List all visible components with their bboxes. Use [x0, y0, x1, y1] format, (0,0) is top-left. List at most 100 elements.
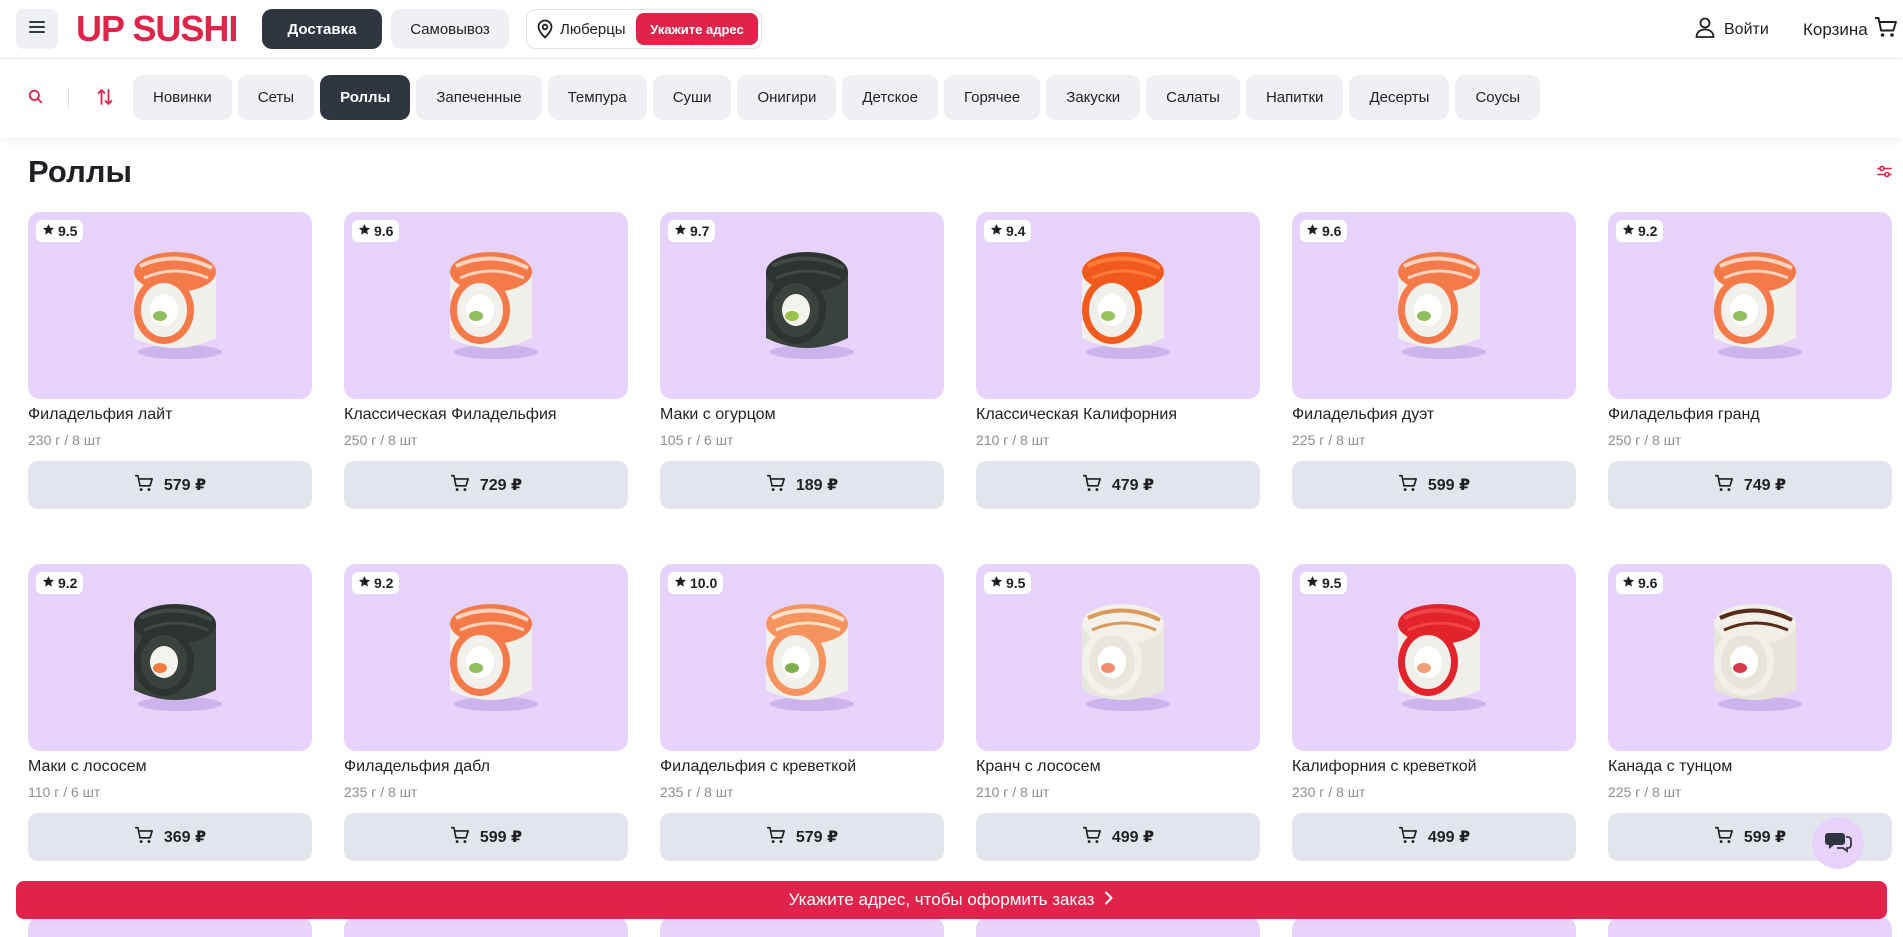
product-row: 9.5 Филадельфия лайт 230 г / 8 шт 579 ₽ 9.6 К… [28, 212, 1892, 509]
product-name[interactable]: Маки с огурцом [660, 406, 944, 424]
product-name[interactable]: Классическая Калифорния [976, 406, 1260, 424]
product-image[interactable] [28, 917, 312, 937]
category-bar: Новинки Сеты Роллы Запеченные Темпура Суши Они… [0, 59, 1903, 138]
product-weight: 235 г / 8 шт [344, 784, 418, 800]
cart-icon [134, 826, 154, 849]
add-to-cart-button[interactable]: 369 ₽ [28, 813, 312, 861]
product-row: 9.2 Маки с лососем 110 г / 6 шт 369 ₽ 9.2 Фил… [28, 564, 1892, 861]
product-card[interactable]: 9.6 Филадельфия дуэт 225 г / 8 шт 599 ₽ [1292, 212, 1576, 509]
product-image[interactable] [1292, 917, 1576, 937]
product-name[interactable]: Маки с лососем [28, 758, 312, 776]
category-chip[interactable]: Онигири [737, 75, 837, 120]
category-chip[interactable]: Сеты [237, 75, 315, 120]
sushi-roll-image [436, 594, 546, 719]
category-chip[interactable]: Соусы [1455, 75, 1541, 120]
product-card[interactable]: 9.7 Маки с огурцом 105 г / 6 шт 189 ₽ [660, 212, 944, 509]
product-card[interactable]: 9.4 Классическая Калифорния 210 г / 8 шт 47… [976, 212, 1260, 509]
city-label: Люберцы [560, 20, 626, 38]
logo[interactable]: UP SUSHI [76, 8, 238, 50]
product-image[interactable]: 9.2 [344, 564, 628, 751]
address-selector[interactable]: Люберцы Укажите адрес [526, 9, 762, 49]
product-card[interactable]: 9.2 Филадельфия дабл 235 г / 8 шт 599 ₽ [344, 564, 628, 861]
specify-address-button[interactable]: Укажите адрес [636, 13, 758, 45]
product-price: 599 ₽ [1743, 829, 1787, 846]
product-weight: 250 г / 8 шт [1608, 432, 1682, 448]
cart-icon [766, 826, 786, 849]
rating-value: 9.6 [1322, 223, 1342, 239]
product-image[interactable]: 9.7 [660, 212, 944, 399]
category-chip[interactable]: Горячее [944, 75, 1041, 120]
category-chip[interactable]: Напитки [1245, 75, 1344, 120]
menu-button[interactable] [16, 9, 58, 49]
add-to-cart-button[interactable]: 579 ₽ [28, 461, 312, 509]
login-button[interactable]: Войти [1694, 16, 1769, 43]
chat-button[interactable] [1812, 817, 1864, 869]
order-address-banner[interactable]: Укажите адрес, чтобы оформить заказ [16, 881, 1887, 919]
rating-value: 9.5 [1322, 575, 1342, 591]
category-chip[interactable]: Новинки [133, 75, 232, 120]
filter-icon[interactable] [1877, 165, 1892, 183]
category-chip[interactable]: Запеченные [416, 75, 542, 120]
product-name[interactable]: Филадельфия дуэт [1292, 406, 1576, 424]
add-to-cart-button[interactable]: 499 ₽ [1292, 813, 1576, 861]
product-image[interactable]: 9.6 [1292, 212, 1576, 399]
product-name[interactable]: Филадельфия гранд [1608, 406, 1892, 424]
product-name[interactable]: Классическая Филадельфия [344, 406, 628, 424]
product-image[interactable]: 9.6 [344, 212, 628, 399]
product-card[interactable]: 9.6 Канада с тунцом 225 г / 8 шт 599 ₽ [1608, 564, 1892, 861]
pickup-tab[interactable]: Самовывоз [391, 9, 509, 49]
product-image[interactable]: 9.4 [976, 212, 1260, 399]
product-name[interactable]: Филадельфия дабл [344, 758, 628, 776]
add-to-cart-button[interactable]: 729 ₽ [344, 461, 628, 509]
product-image[interactable] [344, 917, 628, 937]
product-image[interactable]: 9.5 [976, 564, 1260, 751]
product-image[interactable]: 9.5 [1292, 564, 1576, 751]
product-card[interactable]: 9.2 Филадельфия гранд 250 г / 8 шт 749 ₽ [1608, 212, 1892, 509]
cart-button[interactable]: Корзина [1803, 16, 1898, 43]
category-chip[interactable]: Десерты [1349, 75, 1450, 120]
product-card[interactable]: 9.6 Классическая Филадельфия 250 г / 8 шт 7… [344, 212, 628, 509]
product-image[interactable] [660, 917, 944, 937]
add-to-cart-button[interactable]: 599 ₽ [344, 813, 628, 861]
sort-icon[interactable] [97, 88, 113, 111]
product-name[interactable]: Калифорния с креветкой [1292, 758, 1576, 776]
add-to-cart-button[interactable]: 499 ₽ [976, 813, 1260, 861]
product-card[interactable]: 9.5 Филадельфия лайт 230 г / 8 шт 579 ₽ [28, 212, 312, 509]
product-name[interactable]: Канада с тунцом [1608, 758, 1892, 776]
delivery-tab[interactable]: Доставка [262, 9, 382, 49]
category-chip[interactable]: Суши [652, 75, 732, 120]
product-image[interactable] [1608, 917, 1892, 937]
product-image[interactable]: 9.2 [1608, 212, 1892, 399]
sushi-roll-image [1384, 242, 1494, 367]
category-chip[interactable]: Роллы [320, 75, 411, 120]
cart-icon [1714, 474, 1734, 497]
product-price: 499 ₽ [1427, 829, 1471, 846]
product-card[interactable]: 9.5 Калифорния с креветкой 230 г / 8 шт 499… [1292, 564, 1576, 861]
product-card[interactable]: 9.5 Кранч с лососем 210 г / 8 шт 499 ₽ [976, 564, 1260, 861]
product-name[interactable]: Кранч с лососем [976, 758, 1260, 776]
category-chip[interactable]: Салаты [1146, 75, 1240, 120]
search-icon[interactable] [28, 89, 43, 109]
add-to-cart-button[interactable]: 749 ₽ [1608, 461, 1892, 509]
add-to-cart-button[interactable]: 599 ₽ [1292, 461, 1576, 509]
cart-icon [1398, 474, 1418, 497]
product-image[interactable]: 9.6 [1608, 564, 1892, 751]
add-to-cart-button[interactable]: 479 ₽ [976, 461, 1260, 509]
rating-badge: 9.5 [984, 572, 1032, 594]
product-card[interactable]: 9.2 Маки с лососем 110 г / 6 шт 369 ₽ [28, 564, 312, 861]
product-card[interactable]: 10.0 Филадельфия с креветкой 235 г / 8 шт 5… [660, 564, 944, 861]
product-name[interactable]: Филадельфия лайт [28, 406, 312, 424]
chat-bubble-icon [1824, 829, 1852, 858]
add-to-cart-button[interactable]: 189 ₽ [660, 461, 944, 509]
product-image[interactable] [976, 917, 1260, 937]
product-image[interactable]: 10.0 [660, 564, 944, 751]
product-weight: 235 г / 8 шт [660, 784, 734, 800]
sushi-roll-image [120, 594, 230, 719]
product-image[interactable]: 9.5 [28, 212, 312, 399]
product-image[interactable]: 9.2 [28, 564, 312, 751]
add-to-cart-button[interactable]: 579 ₽ [660, 813, 944, 861]
category-chip[interactable]: Закуски [1046, 75, 1141, 120]
category-chip[interactable]: Детское [842, 75, 938, 120]
product-name[interactable]: Филадельфия с креветкой [660, 758, 944, 776]
category-chip[interactable]: Темпура [547, 75, 647, 120]
